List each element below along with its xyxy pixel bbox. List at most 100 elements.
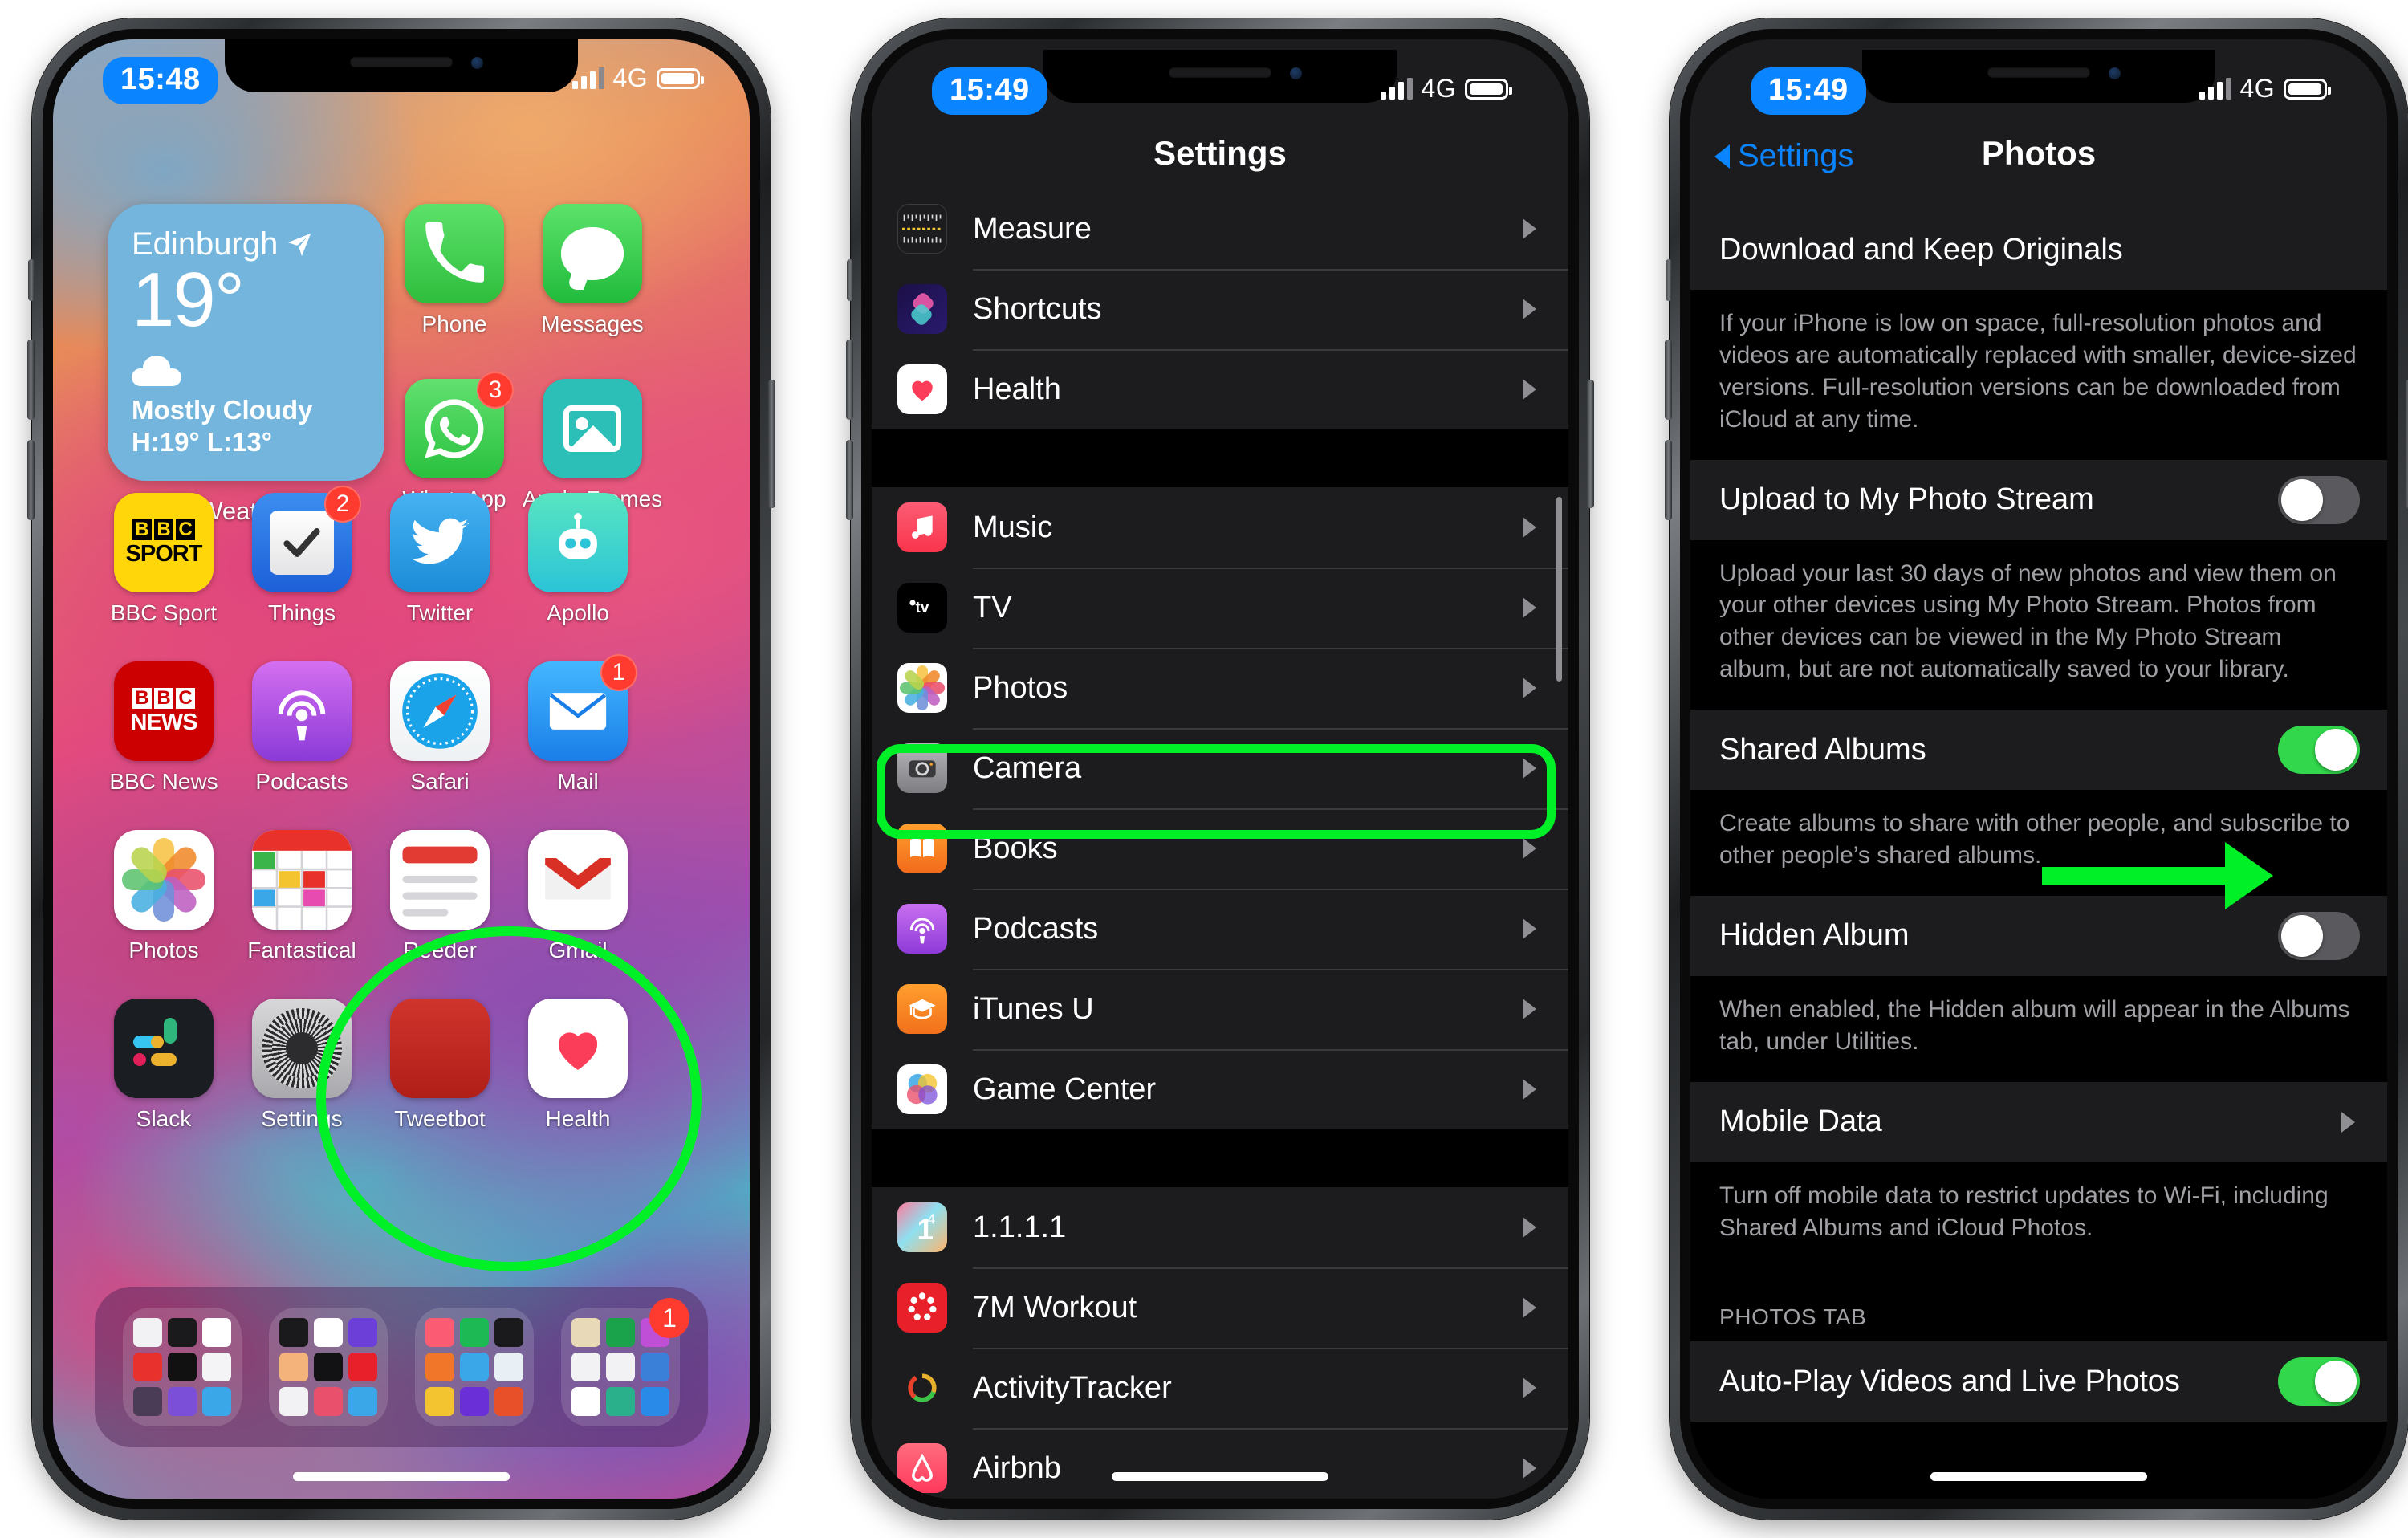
bbc-news-icon: B B C NEWS [114, 661, 214, 761]
settings-row-itunes-u[interactable]: iTunes U [872, 969, 1568, 1049]
settings-row-shared-albums[interactable]: Shared Albums [1690, 710, 2387, 791]
chevron-right-icon [1523, 1079, 1536, 1100]
app-reeder[interactable]: Reeder [371, 830, 509, 963]
ruler-icon [897, 204, 947, 254]
shared-albums-toggle[interactable] [2278, 726, 2360, 775]
power-button[interactable] [1587, 380, 1594, 508]
app-label: Fantastical [247, 938, 356, 962]
home-indicator[interactable] [1930, 1472, 2147, 1481]
mute-switch[interactable] [847, 259, 853, 301]
photos-settings-app: Settings Photos Download and Keep Origin… [1690, 39, 2387, 1499]
mute-switch[interactable] [28, 259, 35, 301]
settings-row-activitytracker[interactable]: ActivityTracker [872, 1348, 1568, 1428]
app-label: Safari [410, 769, 470, 794]
list-scrollbar[interactable] [1556, 497, 1562, 682]
volume-down-button[interactable] [27, 440, 35, 520]
volume-down-button[interactable] [1665, 440, 1672, 520]
svg-text:4: 4 [928, 1211, 936, 1227]
settings-row-music[interactable]: Music [872, 487, 1568, 568]
home-indicator[interactable] [1112, 1472, 1328, 1481]
status-indicators: 4G [571, 63, 704, 93]
settings-row-books[interactable]: Books [872, 808, 1568, 889]
volume-up-button[interactable] [846, 340, 853, 420]
location-arrow-icon [288, 233, 311, 256]
settings-group-3: 14 1.1.1.1 7M Workout ActivityTracker Ai… [872, 1187, 1568, 1499]
settings-row-mobile-data[interactable]: Mobile Data [1690, 1081, 2387, 1162]
dock-folder-2[interactable] [269, 1308, 388, 1426]
messages-icon [543, 204, 642, 303]
app-photos[interactable]: Photos [95, 830, 233, 963]
dock-folder-3[interactable] [415, 1308, 534, 1426]
app-podcasts[interactable]: Podcasts [233, 661, 371, 795]
screenshot-stage: 15:48 4G Edinburgh 19° Mostly Cloudy H:1… [0, 0, 2408, 1538]
photos-settings-list[interactable]: Download and Keep Originals If your iPho… [1690, 189, 2387, 1499]
settings-list[interactable]: Measure Shortcuts Health Music tv TV Pho… [872, 189, 1568, 1499]
phone1-screen: 15:48 4G Edinburgh 19° Mostly Cloudy H:1… [53, 39, 750, 1499]
settings-row-tv[interactable]: tv TV [872, 568, 1568, 648]
chevron-right-icon [1523, 299, 1536, 319]
footnote-shared-albums: Create albums to share with other people… [1690, 790, 2387, 896]
row-label: Shortcuts [973, 291, 1102, 326]
settings-row-hidden-album[interactable]: Hidden Album [1690, 895, 2387, 976]
settings-row-podcasts[interactable]: Podcasts [872, 889, 1568, 969]
app-safari[interactable]: Safari [371, 661, 509, 795]
app-bbc-news[interactable]: B B C NEWS BBC News [95, 661, 233, 795]
settings-row-health[interactable]: Health [872, 349, 1568, 429]
dock-folder-1[interactable] [123, 1308, 242, 1426]
chevron-right-icon [1523, 218, 1536, 239]
hidden-album-toggle[interactable] [2278, 911, 2360, 960]
weather-widget[interactable]: Edinburgh 19° Mostly Cloudy H:19° L:13° [108, 204, 384, 481]
photo-stream-group: Upload to My Photo Stream [1690, 459, 2387, 540]
settings-row-airbnb[interactable]: Airbnb [872, 1428, 1568, 1499]
app-bbc-sport[interactable]: B B C SPORT BBC Sport [95, 493, 233, 626]
row-label: 1.1.1.1 [973, 1210, 1067, 1244]
photos-flower-icon [114, 830, 214, 930]
settings-row-7m-workout[interactable]: 7M Workout [872, 1267, 1568, 1348]
upload-photo-stream-toggle[interactable] [2278, 475, 2360, 524]
settings-row-game-center[interactable]: Game Center [872, 1049, 1568, 1129]
home-indicator[interactable] [293, 1472, 510, 1481]
mute-switch[interactable] [1666, 259, 1672, 301]
autoplay-toggle[interactable] [2278, 1357, 2360, 1406]
app-settings[interactable]: Settings [233, 999, 371, 1132]
apollo-robot-icon [528, 493, 628, 592]
power-button[interactable] [768, 380, 775, 508]
app-tweetbot[interactable]: Tweetbot [371, 999, 509, 1132]
back-button[interactable]: Settings [1714, 138, 1854, 174]
bbc-news-word: NEWS [130, 710, 198, 735]
bbc-block: B [154, 519, 173, 540]
app-label: Things [267, 600, 336, 625]
dock-folder-4[interactable]: 1 [561, 1298, 689, 1426]
row-label: Books [973, 831, 1058, 865]
volume-down-button[interactable] [846, 440, 853, 520]
things-badge: 2 [324, 486, 361, 523]
app-messages[interactable]: Messages [523, 204, 661, 337]
app-fantastical[interactable]: Fantastical [233, 830, 371, 963]
chevron-right-icon [1523, 999, 1536, 1019]
app-gmail[interactable]: Gmail [509, 830, 647, 963]
app-apollo[interactable]: Apollo [509, 493, 647, 626]
volume-up-button[interactable] [1665, 340, 1672, 420]
settings-row-camera[interactable]: Camera [872, 728, 1568, 808]
app-things[interactable]: 2 Things [233, 486, 371, 626]
settings-row-shortcuts[interactable]: Shortcuts [872, 269, 1568, 349]
bbc-block: B [132, 688, 152, 709]
settings-row-download-keep-originals[interactable]: Download and Keep Originals [1690, 210, 2387, 290]
settings-row-photos[interactable]: Photos [872, 648, 1568, 728]
settings-row-1111[interactable]: 14 1.1.1.1 [872, 1187, 1568, 1267]
settings-row-upload-photo-stream[interactable]: Upload to My Photo Stream [1690, 459, 2387, 540]
app-label: Podcasts [255, 769, 348, 794]
hidden-album-annotation-arrow [2042, 842, 2273, 909]
app-row-6: Slack Settings Tweetbot Health [95, 999, 708, 1132]
app-health[interactable]: Health [509, 999, 647, 1132]
phone2-screen: Settings Measure Shortcuts Health Music … [872, 39, 1568, 1499]
settings-row-measure[interactable]: Measure [872, 189, 1568, 269]
app-slack[interactable]: Slack [95, 999, 233, 1132]
cloudflare-icon: 14 [897, 1202, 947, 1252]
app-mail[interactable]: 1 Mail [509, 654, 647, 795]
app-twitter[interactable]: Twitter [371, 493, 509, 626]
volume-up-button[interactable] [27, 340, 35, 420]
bbc-sport-icon: B B C SPORT [114, 493, 214, 592]
app-phone[interactable]: Phone [385, 204, 523, 337]
settings-row-autoplay[interactable]: Auto-Play Videos and Live Photos [1690, 1341, 2387, 1422]
